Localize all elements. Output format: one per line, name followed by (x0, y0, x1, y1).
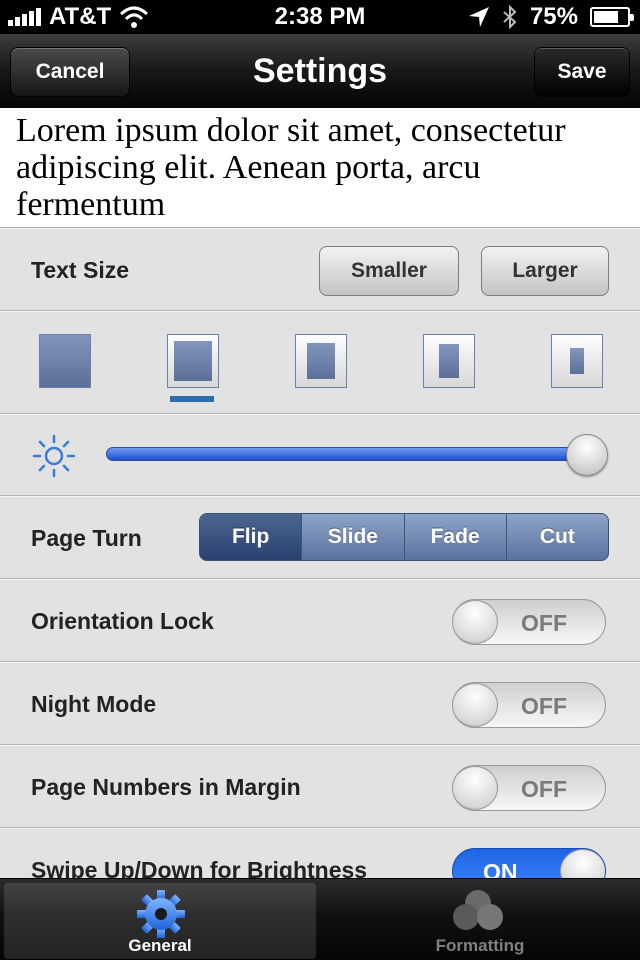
page-turn-label: Page Turn (31, 525, 142, 551)
tab-formatting[interactable]: Formatting (324, 883, 636, 959)
segment-flip[interactable]: Flip (200, 514, 302, 560)
margin-option-5[interactable] (551, 334, 603, 388)
page-numbers-row: Page Numbers in Margin OFF (0, 745, 640, 828)
margin-option-2[interactable] (167, 334, 219, 388)
brightness-sun-icon (32, 434, 76, 478)
margin-selected-indicator (170, 396, 214, 402)
battery-icon (590, 7, 634, 27)
night-mode-row: Night Mode OFF (0, 662, 640, 745)
segment-cut[interactable]: Cut (505, 514, 608, 560)
larger-button[interactable]: Larger (481, 246, 609, 296)
segment-fade[interactable]: Fade (403, 514, 506, 560)
bluetooth-icon (503, 5, 517, 29)
page-turn-control: Flip Slide Fade Cut (199, 513, 609, 561)
text-preview: Lorem ipsum dolor sit amet, consectetur … (0, 108, 640, 228)
save-button[interactable]: Save (534, 47, 630, 97)
segment-slide[interactable]: Slide (301, 514, 403, 560)
toggle-state: OFF (521, 776, 567, 802)
page-numbers-label: Page Numbers in Margin (31, 774, 301, 800)
text-size-label: Text Size (31, 257, 129, 283)
toggle-state: OFF (521, 610, 567, 636)
orientation-lock-toggle[interactable]: OFF (452, 599, 606, 645)
night-mode-label: Night Mode (31, 691, 157, 717)
tab-general[interactable]: General (4, 883, 316, 959)
margin-option-1[interactable] (39, 334, 91, 388)
tab-bar: General Formatting (0, 878, 640, 960)
battery-percent: 75% (529, 3, 578, 30)
nav-bar: Cancel Settings Save (0, 34, 640, 108)
toggle-knob (453, 683, 498, 727)
gear-icon (137, 890, 185, 938)
status-right: 75% (468, 3, 634, 31)
tab-formatting-label: Formatting (435, 936, 525, 955)
location-arrow-icon (468, 7, 489, 27)
toggle-knob (453, 766, 498, 810)
margin-option-4[interactable] (423, 334, 475, 388)
tab-general-label: General (128, 936, 192, 955)
status-bar: AT&T 2:38 PM 75% (0, 0, 640, 34)
night-mode-toggle[interactable]: OFF (452, 682, 606, 728)
page-turn-row: Page Turn Flip Slide Fade Cut (0, 496, 640, 579)
brightness-row (0, 414, 640, 496)
margin-option-3[interactable] (295, 334, 347, 388)
circles-icon (453, 890, 503, 930)
margins-row (0, 311, 640, 414)
brightness-slider-knob[interactable] (566, 434, 608, 476)
text-size-row: Text Size Smaller Larger (0, 228, 640, 311)
brightness-slider[interactable] (106, 447, 600, 461)
page-numbers-toggle[interactable]: OFF (452, 765, 606, 811)
toggle-knob (453, 600, 498, 644)
orientation-lock-row: Orientation Lock OFF (0, 579, 640, 662)
battery-fill (594, 11, 618, 23)
orientation-lock-label: Orientation Lock (31, 608, 214, 634)
smaller-button[interactable]: Smaller (319, 246, 459, 296)
toggle-state: OFF (521, 693, 567, 719)
